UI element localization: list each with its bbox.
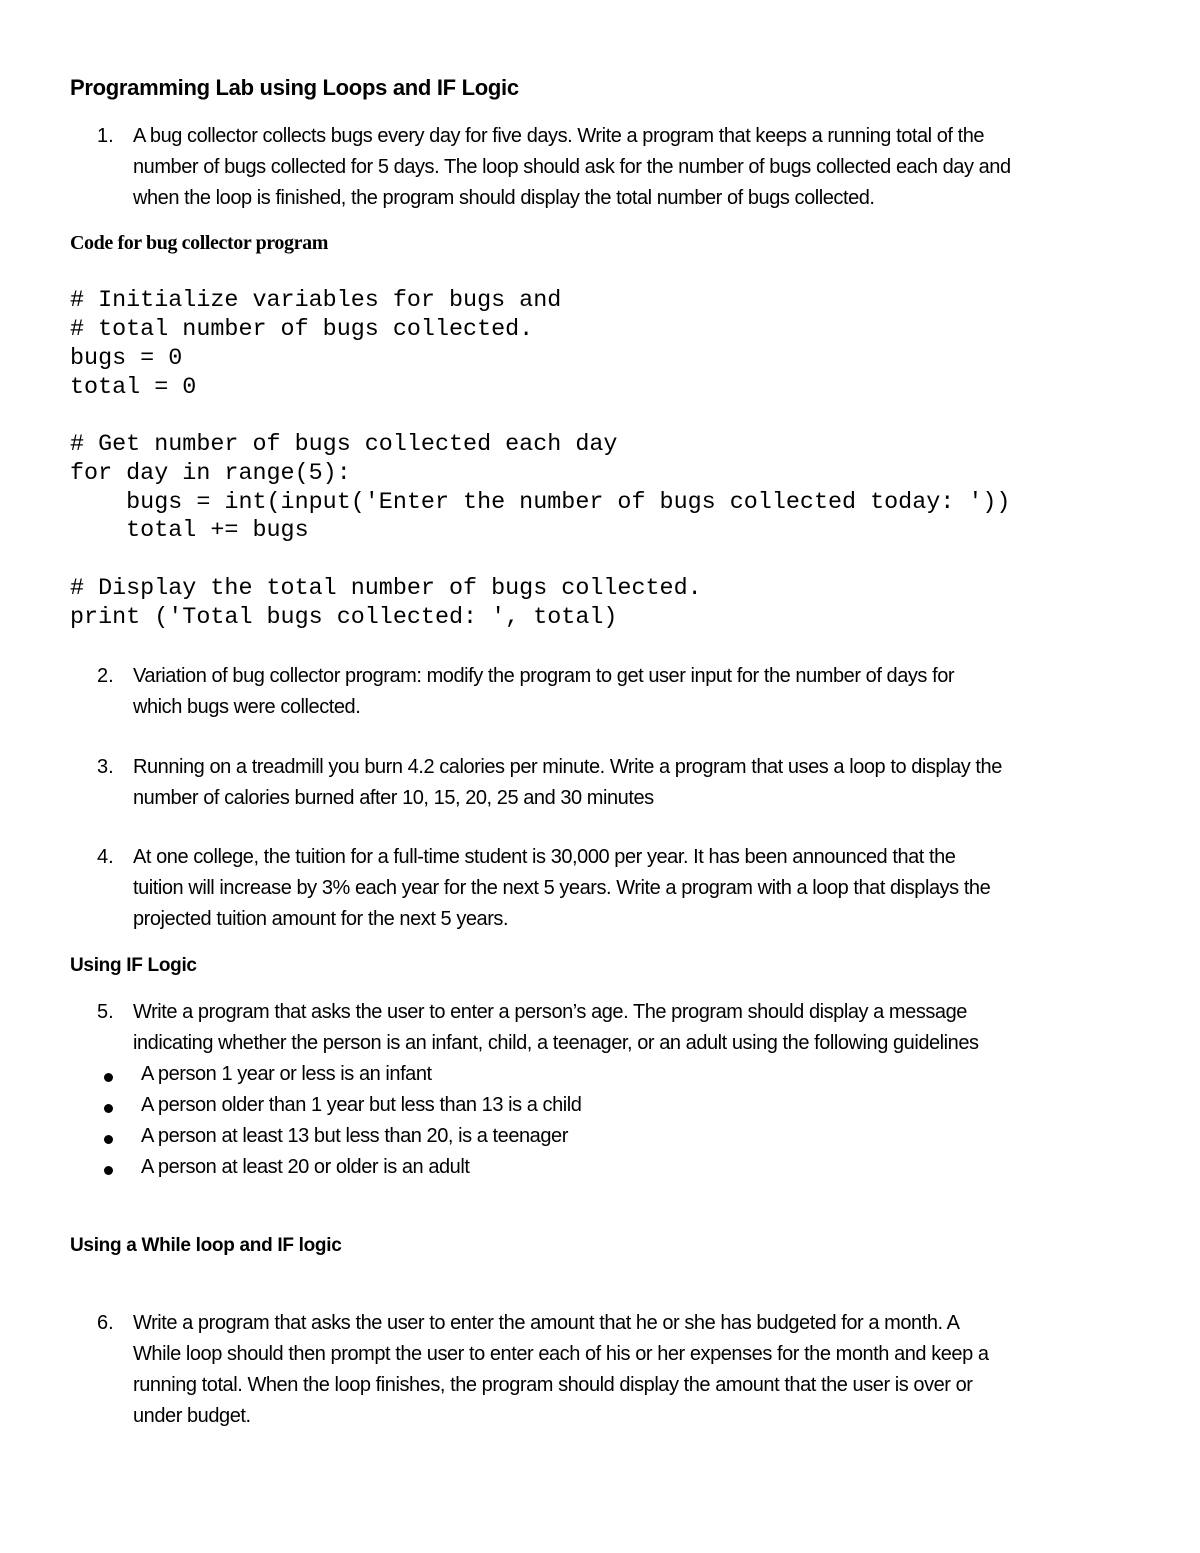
question-number: 2. [97,665,114,687]
code-line: bugs = int(input('Enter the number of bu… [70,490,1011,516]
question-text-line: A bug collector collects bugs every day … [133,125,985,147]
code-line: # Initialize variables for bugs and [70,288,562,314]
bullet-icon [104,1135,113,1144]
question-text-line: Variation of bug collector program: modi… [133,665,955,687]
question-text-line: Running on a treadmill you burn 4.2 calo… [133,756,1002,778]
document-title: Programming Lab using Loops and IF Logic [70,75,519,100]
list-item-text: A person at least 13 but less than 20, i… [141,1125,568,1147]
question-number: 6. [97,1312,114,1334]
question-text-line: While loop should then prompt the user t… [133,1343,989,1365]
section-heading-while-loop: Using a While loop and IF logic [70,1235,342,1256]
code-heading: Code for bug collector program [70,232,328,254]
question-number: 1. [97,125,114,147]
code-line: # Get number of bugs collected each day [70,432,618,458]
question-number: 4. [97,846,114,868]
question-text-line: projected tuition amount for the next 5 … [133,908,509,930]
code-line: print ('Total bugs collected: ', total) [70,605,618,631]
code-line: bugs = 0 [70,346,183,372]
code-line: # Display the total number of bugs colle… [70,576,702,602]
question-text-line: tuition will increase by 3% each year fo… [133,877,991,899]
question-text-line: number of calories burned after 10, 15, … [133,787,654,809]
question-text-line: number of bugs collected for 5 days. The… [133,156,1011,178]
bullet-icon [104,1073,113,1082]
question-text-line: which bugs were collected. [133,696,361,718]
bullet-icon [104,1104,113,1113]
code-line: total += bugs [70,518,309,544]
question-text-line: At one college, the tuition for a full-t… [133,846,956,868]
question-text-line: under budget. [133,1405,251,1427]
question-number: 5. [97,1001,114,1023]
code-line: # total number of bugs collected. [70,317,534,343]
list-item-text: A person 1 year or less is an infant [141,1063,432,1085]
bullet-icon [104,1166,113,1175]
question-number: 3. [97,756,114,778]
list-item-text: A person at least 20 or older is an adul… [141,1156,470,1178]
question-text-line: Write a program that asks the user to en… [133,1312,960,1334]
section-heading-if-logic: Using IF Logic [70,955,197,976]
question-text-line: running total. When the loop finishes, t… [133,1374,973,1396]
question-text-line: when the loop is finished, the program s… [133,187,875,209]
code-line: for day in range(5): [70,461,351,487]
question-text-line: indicating whether the person is an infa… [133,1032,979,1054]
question-text-line: Write a program that asks the user to en… [133,1001,967,1023]
list-item-text: A person older than 1 year but less than… [141,1094,582,1116]
code-line: total = 0 [70,375,197,401]
